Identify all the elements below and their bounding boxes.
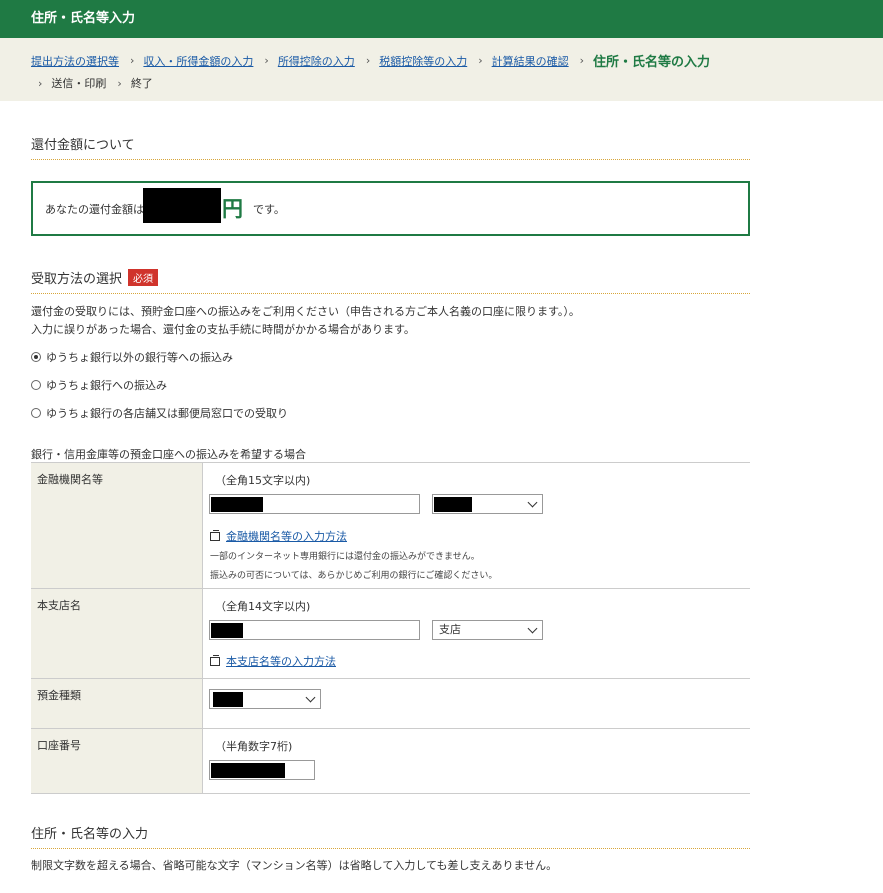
bank-account-table: 金融機関名等 （全角15文字以内) 金融機関名等の入力方法 一部のインターネット… [31, 462, 750, 794]
institution-note-1: 一部のインターネット専用銀行には還付金の振込みができません。 [210, 552, 480, 562]
radio-unselected-icon[interactable] [31, 380, 41, 390]
branch-name-input[interactable] [209, 620, 420, 640]
row-branch: 本支店名 （全角14文字以内) 支店 本支店名等の入力方法 [31, 589, 750, 679]
breadcrumb-step-tax-credits[interactable]: 税額控除等の入力 [379, 53, 467, 69]
institution-type-select[interactable] [432, 494, 543, 514]
chevron-down-icon [527, 623, 538, 634]
breadcrumb-step-finish: 終了 [130, 77, 153, 90]
institution-help-link[interactable]: 金融機関名等の入力方法 [210, 528, 347, 544]
chevron-right-icon: › [264, 54, 269, 67]
redacted-value [434, 497, 472, 512]
chevron-right-icon: › [38, 76, 43, 90]
header-title: 住所・氏名等入力 [31, 11, 136, 26]
label-institution: 金融機関名等 [31, 463, 203, 588]
redacted-value [211, 623, 243, 638]
radio-selected-icon[interactable] [31, 352, 41, 362]
chevron-down-icon [527, 497, 538, 508]
hint-account-number: （半角数字7桁) [215, 740, 293, 753]
redacted-value [213, 692, 243, 707]
breadcrumb-step-send-print: 送信・印刷 [51, 77, 107, 90]
bank-table-caption: 銀行・信用金庫等の預金口座への振込みを希望する場合 [31, 448, 306, 461]
chevron-right-icon: › [579, 54, 585, 67]
page-header: 住所・氏名等入力 [0, 0, 883, 38]
branch-type-select[interactable]: 支店 [432, 620, 543, 640]
hint-branch: （全角14文字以内) [215, 600, 311, 613]
breadcrumb-step-current: 住所・氏名等の入力 [593, 55, 711, 70]
row-institution: 金融機関名等 （全角15文字以内) 金融機関名等の入力方法 一部のインターネット… [31, 463, 750, 589]
radio-bank-transfer[interactable]: ゆうちょ銀行以外の銀行等への振込み [31, 349, 233, 365]
branch-help-link[interactable]: 本支店名等の入力方法 [210, 653, 336, 669]
refund-section-title-text: 還付金額について [31, 138, 135, 153]
branch-type-select-value: 支店 [439, 623, 461, 636]
redacted-value [211, 497, 263, 512]
chevron-right-icon: › [130, 54, 135, 67]
breadcrumb-step-submission-method[interactable]: 提出方法の選択等 [31, 53, 119, 69]
required-badge: 必須 [128, 269, 159, 286]
radio-label: ゆうちょ銀行への振込み [46, 379, 167, 392]
receipt-description-2: 入力に誤りがあった場合、還付金の支払手続に時間がかかる場合があります。 [31, 323, 415, 336]
breadcrumb-step-results[interactable]: 計算結果の確認 [492, 53, 569, 69]
address-description: 制限文字数を超える場合、省略可能な文字（マンション名等）は省略して入力しても差し… [31, 859, 558, 872]
refund-text-prefix: あなたの還付金額は [45, 203, 144, 216]
external-link-icon [210, 529, 220, 541]
refund-amount-box: あなたの還付金額は 円 です。 [31, 181, 750, 236]
radio-label: ゆうちょ銀行の各店舗又は郵便局窓口での受取り [46, 407, 288, 420]
chevron-right-icon: › [117, 76, 122, 90]
row-deposit-type: 預金種類 [31, 679, 750, 729]
radio-yucho-transfer[interactable]: ゆうちょ銀行への振込み [31, 377, 167, 393]
external-link-icon [210, 654, 220, 666]
address-section-title-text: 住所・氏名等の入力 [31, 827, 149, 842]
chevron-right-icon: › [365, 54, 371, 67]
refund-section-title: 還付金額について [31, 134, 750, 160]
chevron-right-icon: › [478, 54, 483, 67]
branch-help-link-text[interactable]: 本支店名等の入力方法 [226, 653, 336, 669]
radio-post-office-pickup[interactable]: ゆうちょ銀行の各店舗又は郵便局窓口での受取り [31, 405, 288, 421]
breadcrumb-step-income[interactable]: 収入・所得金額の入力 [143, 53, 253, 69]
redacted-value [211, 763, 285, 778]
label-account-number: 口座番号 [31, 729, 203, 793]
label-deposit-type: 預金種類 [31, 679, 203, 728]
chevron-down-icon [305, 692, 316, 703]
address-section-title: 住所・氏名等の入力 [31, 823, 750, 849]
receipt-description-1: 還付金の受取りには、預貯金口座への振込みをご利用ください（申告される方ご本人名義… [31, 305, 580, 318]
refund-text-suffix: です。 [253, 203, 285, 216]
label-branch: 本支店名 [31, 589, 203, 678]
receipt-section-title: 受取方法の選択 必須 [31, 268, 750, 294]
deposit-type-select[interactable] [209, 689, 321, 709]
institution-help-link-text[interactable]: 金融機関名等の入力方法 [226, 528, 347, 544]
refund-amount-redacted [143, 188, 221, 223]
radio-label: ゆうちょ銀行以外の銀行等への振込み [46, 351, 233, 364]
radio-unselected-icon[interactable] [31, 408, 41, 418]
institution-note-2: 振込みの可否については、あらかじめご利用の銀行にご確認ください。 [210, 571, 498, 581]
breadcrumb: 提出方法の選択等 › 収入・所得金額の入力 › 所得控除の入力 › 税額控除等の… [0, 38, 883, 101]
hint-institution: （全角15文字以内) [215, 474, 311, 487]
account-number-input[interactable] [209, 760, 315, 780]
row-account-number: 口座番号 （半角数字7桁) [31, 729, 750, 794]
refund-unit: 円 [222, 197, 243, 221]
institution-name-input[interactable] [209, 494, 420, 514]
receipt-section-title-text: 受取方法の選択 [31, 272, 123, 287]
breadcrumb-step-deductions[interactable]: 所得控除の入力 [278, 53, 355, 69]
